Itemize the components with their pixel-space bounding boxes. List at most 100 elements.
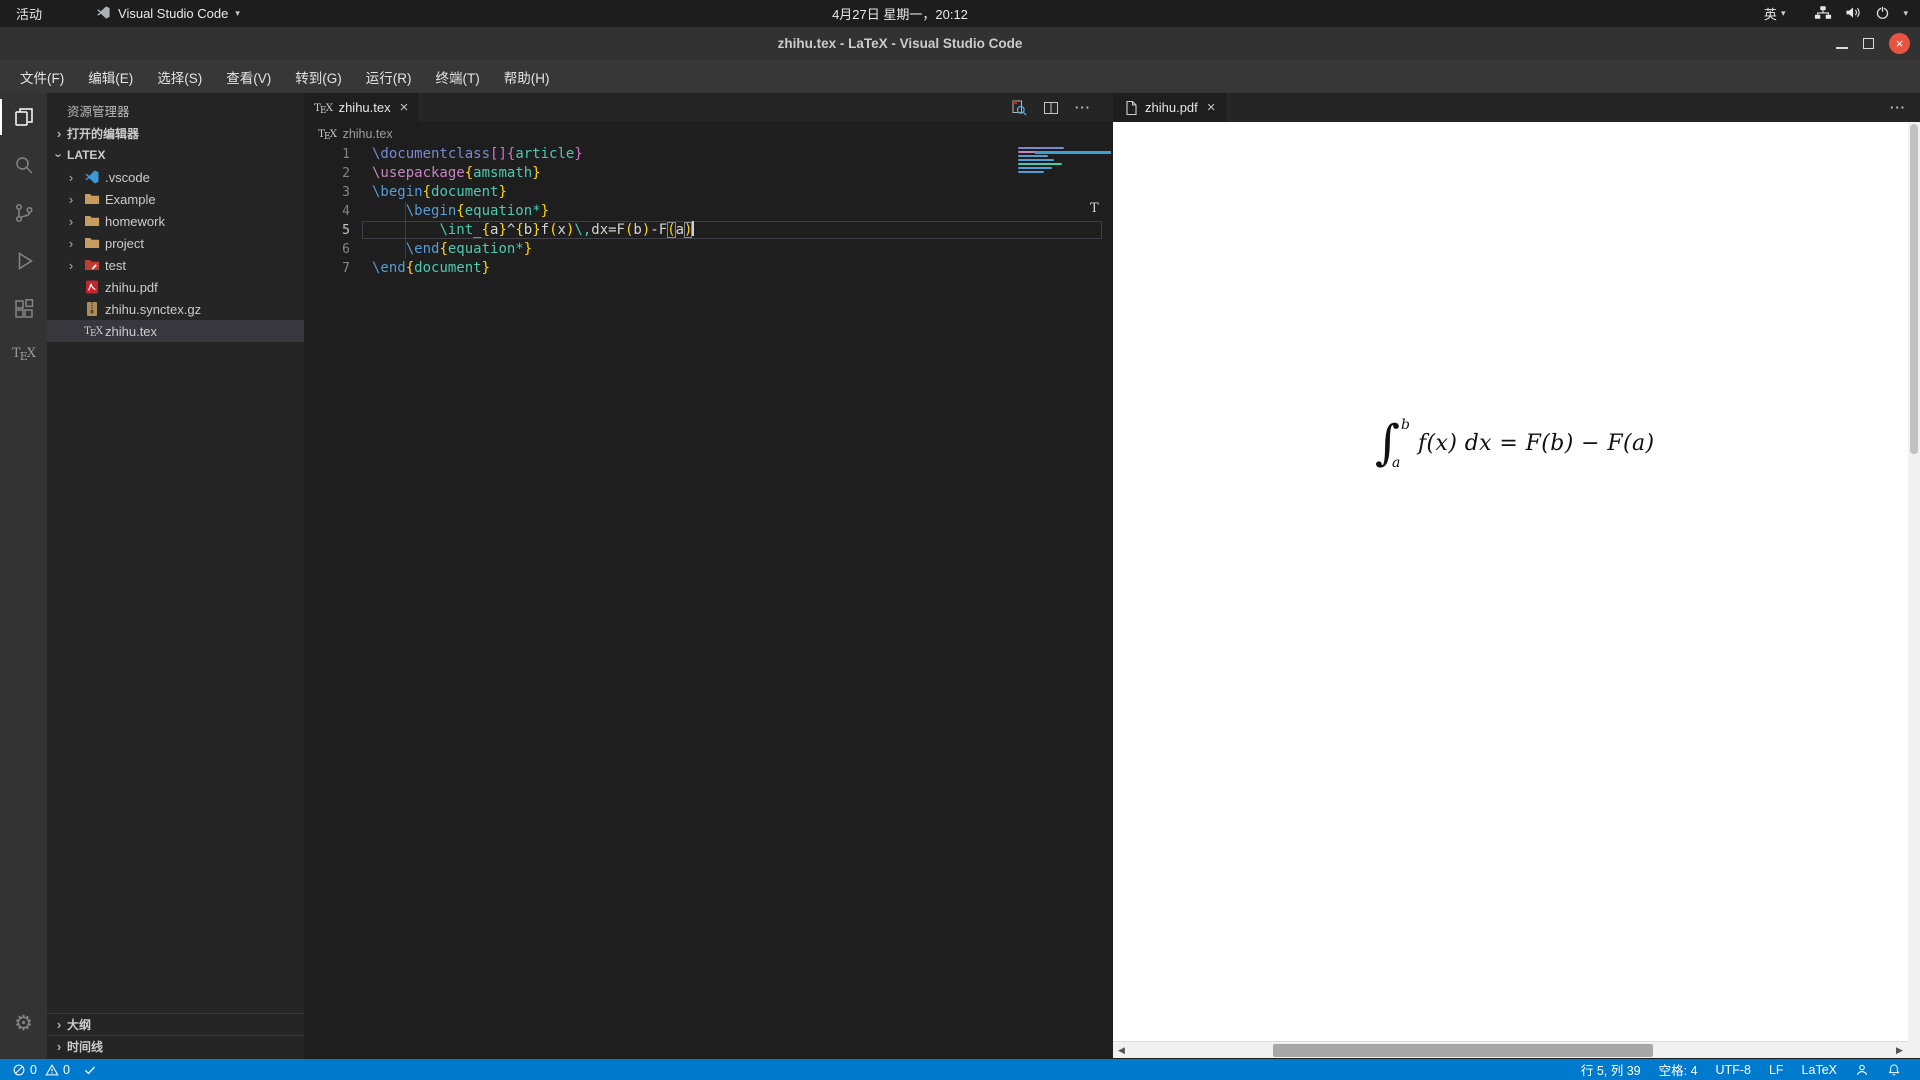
clock[interactable]: 4月27日 星期一，20:12 xyxy=(832,0,968,27)
indentation[interactable]: 空格: 4 xyxy=(1650,1060,1707,1079)
input-method-indicator[interactable]: 英 ▾ xyxy=(1764,4,1786,23)
horizontal-scrollbar[interactable]: ◀ ▶ xyxy=(1113,1041,1908,1058)
line-number: 4 xyxy=(342,204,350,219)
menu-item[interactable]: 帮助(H) xyxy=(492,62,562,92)
tex-file-icon: TEX xyxy=(84,325,103,339)
sidebar-section-大纲[interactable]: › 大纲 xyxy=(47,1013,304,1035)
more-actions-icon[interactable]: ··· xyxy=(1075,100,1091,115)
tree-item-homework[interactable]: › homework xyxy=(47,210,304,232)
window-controls: × xyxy=(1836,27,1910,60)
run-debug-icon[interactable] xyxy=(0,237,47,285)
close-icon[interactable]: × xyxy=(1207,99,1216,116)
breadcrumb-item[interactable]: zhihu.tex xyxy=(343,127,393,141)
activities-button[interactable]: 活动 xyxy=(0,0,58,27)
menu-item[interactable]: 运行(R) xyxy=(354,62,424,92)
tree-item-label: Example xyxy=(105,191,156,207)
tree-item-project[interactable]: › project xyxy=(47,232,304,254)
menu-item[interactable]: 选择(S) xyxy=(145,62,214,92)
code-line[interactable]: 3 \begin{document} xyxy=(304,183,1113,202)
view-latex-pdf-icon[interactable] xyxy=(1011,100,1027,116)
line-text: \begin{document} xyxy=(372,184,507,200)
folder-icon xyxy=(84,213,101,229)
eol[interactable]: LF xyxy=(1760,1063,1793,1077)
menu-item[interactable]: 查看(V) xyxy=(214,62,283,92)
network-icon[interactable] xyxy=(1814,5,1832,23)
explorer-sidebar: 资源管理器 › 打开的编辑器 › LATEX › .vscode › Example ›… xyxy=(47,93,304,1059)
tree-item-.vscode[interactable]: › .vscode xyxy=(47,166,304,188)
test-folder-icon xyxy=(84,257,101,273)
scroll-right-icon[interactable]: ▶ xyxy=(1891,1042,1908,1059)
window-title-bar: zhihu.tex - LaTeX - Visual Studio Code × xyxy=(0,27,1920,60)
tex-file-icon: TEX xyxy=(318,127,337,142)
minimap-line xyxy=(1018,147,1064,149)
explorer-icon[interactable] xyxy=(0,93,47,141)
scrollbar-corner xyxy=(1908,1041,1920,1058)
status-left: 0 0 xyxy=(0,1063,101,1077)
code-editor[interactable]: 1 \documentclass[]{article} 2 \usepackage{a… xyxy=(304,145,1113,1059)
open-editors-section[interactable]: › 打开的编辑器 xyxy=(47,122,304,144)
latex-workshop-icon[interactable]: TEX xyxy=(0,333,47,373)
chevron-right-icon: › xyxy=(56,1039,62,1054)
code-line[interactable]: 1 \documentclass[]{article} xyxy=(304,145,1113,164)
pdf-viewer[interactable]: ∫ b a f(x) dx = F(b) − F(a) xyxy=(1113,122,1908,1041)
pdf-file-icon xyxy=(84,279,101,295)
chevron-down-icon[interactable]: ▾ xyxy=(1903,8,1908,19)
cursor-position[interactable]: 行 5, 列 39 xyxy=(1572,1060,1650,1079)
editor-tab-bar: TEX zhihu.tex × ··· xyxy=(304,93,1113,122)
chevron-right-icon: › xyxy=(68,169,74,185)
line-text: \int_{a}^{b}f(x)\,dx=F(b)-F(a) xyxy=(439,221,695,238)
vscode-folder-icon xyxy=(84,169,101,185)
code-line[interactable]: 2 \usepackage{amsmath} xyxy=(304,164,1113,183)
code-line[interactable]: 4 \begin{equation*} xyxy=(304,202,1113,221)
tab-zhihu-tex[interactable]: TEX zhihu.tex × xyxy=(304,93,419,122)
latex-build-status[interactable] xyxy=(79,1063,101,1077)
app-menu[interactable]: Visual Studio Code ▾ xyxy=(96,5,240,23)
close-icon[interactable]: × xyxy=(400,99,409,116)
language-mode[interactable]: LaTeX xyxy=(1793,1063,1846,1077)
activity-bar: TEX ⚙ xyxy=(0,93,47,1059)
tab-label: zhihu.pdf xyxy=(1145,100,1198,115)
tree-item-label: zhihu.tex xyxy=(105,323,158,339)
settings-gear-icon[interactable]: ⚙ xyxy=(0,999,47,1047)
feedback-person-icon[interactable] xyxy=(1846,1063,1878,1077)
line-number: 7 xyxy=(342,261,350,276)
problems-status[interactable]: 0 0 xyxy=(8,1063,74,1077)
minimize-button[interactable] xyxy=(1836,46,1848,49)
scrollbar-thumb[interactable] xyxy=(1910,124,1918,454)
search-icon[interactable] xyxy=(0,141,47,189)
restore-button[interactable] xyxy=(1863,38,1874,49)
tab-zhihu-pdf[interactable]: zhihu.pdf × xyxy=(1113,93,1226,122)
tree-item-zhihu.pdf[interactable]: zhihu.pdf xyxy=(47,276,304,298)
scrollbar-thumb[interactable] xyxy=(1273,1044,1653,1057)
notifications-bell-icon[interactable] xyxy=(1878,1063,1910,1077)
sidebar-section-时间线[interactable]: › 时间线 xyxy=(47,1035,304,1057)
tree-item-zhihu.synctex.gz[interactable]: zhihu.synctex.gz xyxy=(47,298,304,320)
close-button[interactable]: × xyxy=(1889,33,1910,54)
tree-item-label: zhihu.pdf xyxy=(105,279,158,295)
tree-item-test[interactable]: › test xyxy=(47,254,304,276)
breadcrumb[interactable]: TEX zhihu.tex xyxy=(304,122,1113,145)
vertical-scrollbar[interactable] xyxy=(1908,122,1920,1041)
encoding[interactable]: UTF-8 xyxy=(1707,1063,1760,1077)
source-control-icon[interactable] xyxy=(0,189,47,237)
volume-icon[interactable] xyxy=(1845,5,1862,23)
menu-item[interactable]: 文件(F) xyxy=(8,62,76,92)
tree-item-label: project xyxy=(105,235,145,251)
tree-item-zhihu.tex[interactable]: TEX zhihu.tex xyxy=(47,320,304,342)
split-editor-icon[interactable] xyxy=(1043,100,1059,116)
line-number: 5 xyxy=(342,223,350,238)
scroll-left-icon[interactable]: ◀ xyxy=(1113,1042,1130,1059)
chevron-right-icon: › xyxy=(56,125,62,141)
menu-item[interactable]: 终端(T) xyxy=(424,62,492,92)
more-actions-icon[interactable]: ··· xyxy=(1890,100,1906,115)
root-folder-section[interactable]: › LATEX xyxy=(47,144,304,166)
power-icon[interactable] xyxy=(1875,5,1890,23)
menu-item[interactable]: 编辑(E) xyxy=(76,62,145,92)
code-line[interactable]: 5 \int_{a}^{b}f(x)\,dx=F(b)-F(a) xyxy=(304,221,1113,240)
menu-item[interactable]: 转到(G) xyxy=(283,62,354,92)
integral-lower-limit: a xyxy=(1392,455,1401,471)
code-line[interactable]: 7 \end{document} xyxy=(304,259,1113,278)
code-line[interactable]: 6 \end{equation*} xyxy=(304,240,1113,259)
extensions-icon[interactable] xyxy=(0,285,47,333)
tree-item-Example[interactable]: › Example xyxy=(47,188,304,210)
